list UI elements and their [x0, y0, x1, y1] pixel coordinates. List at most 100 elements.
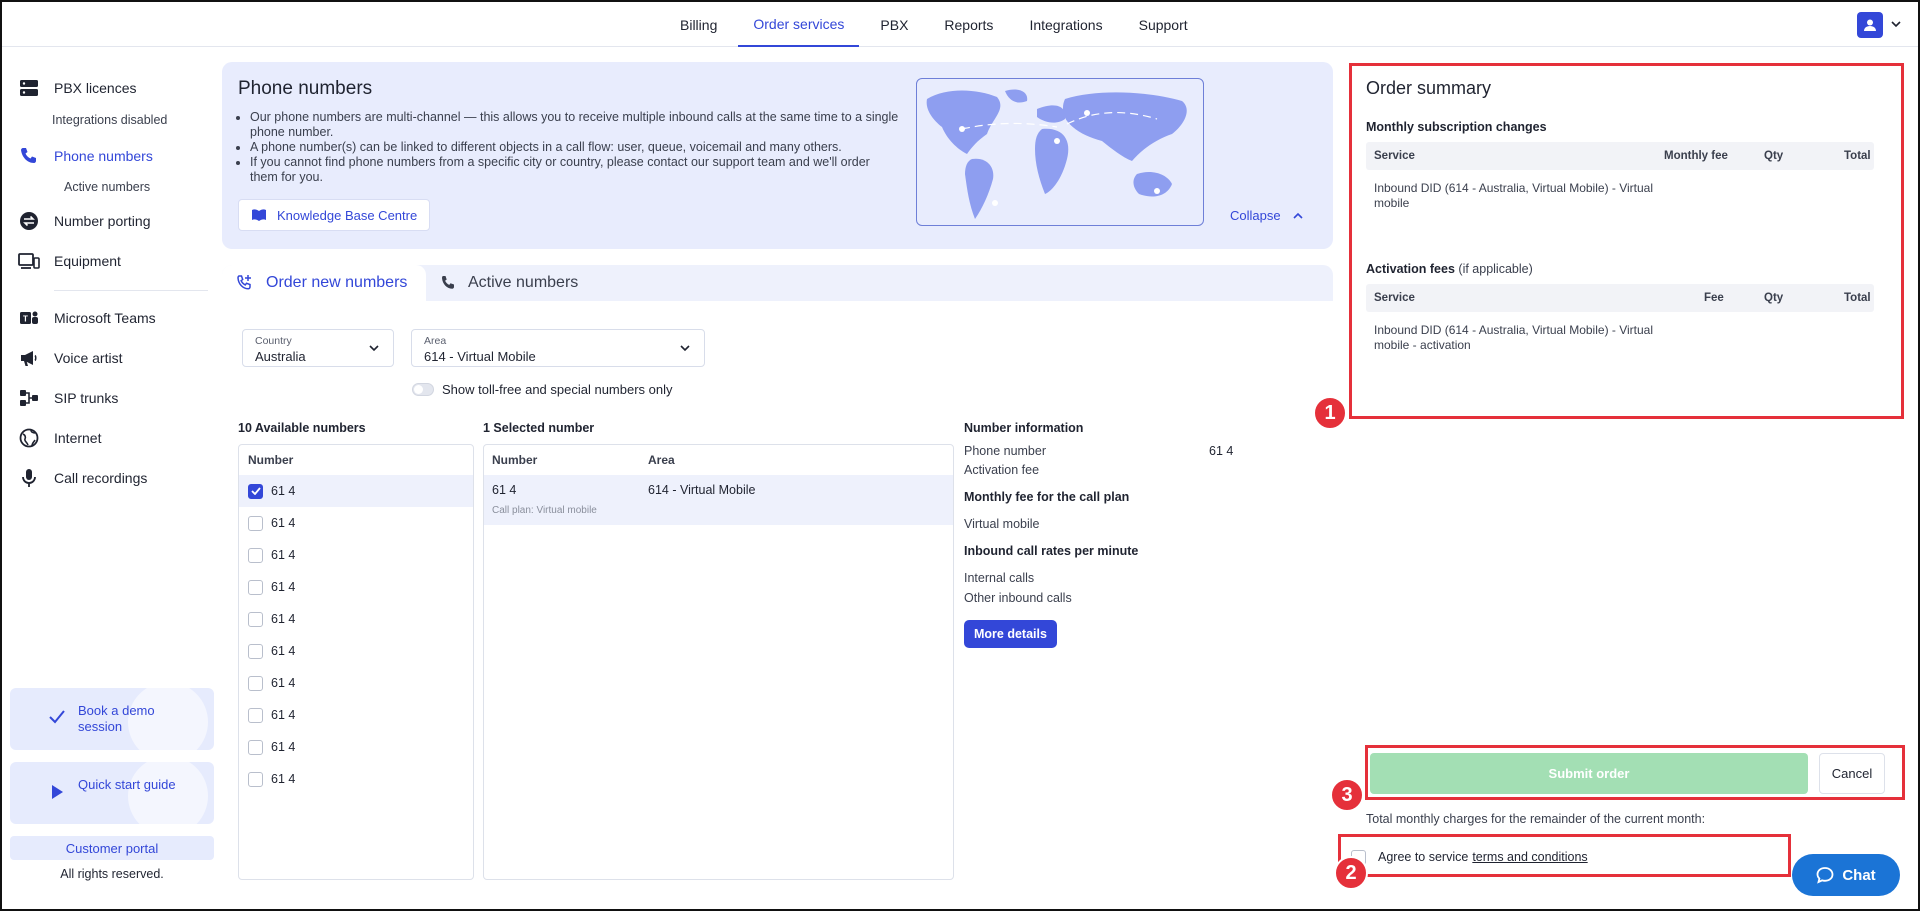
area-select[interactable]: Area 614 - Virtual Mobile: [411, 329, 705, 367]
sidebar-item-call-recordings[interactable]: Call recordings: [18, 467, 147, 489]
tab-pbx[interactable]: PBX: [862, 2, 926, 47]
available-number-row[interactable]: 61 4: [239, 507, 473, 539]
network-icon: [18, 387, 40, 409]
available-number-row[interactable]: 61 4: [239, 475, 473, 507]
knowledge-base-button[interactable]: Knowledge Base Centre: [238, 199, 431, 231]
checkbox[interactable]: [248, 771, 263, 787]
checkbox[interactable]: [248, 739, 263, 755]
chat-button[interactable]: Chat: [1792, 854, 1900, 896]
sidebar-item-label: PBX licences: [54, 80, 137, 96]
total-monthly-charges-label: Total monthly charges for the remainder …: [1366, 812, 1706, 826]
available-number: 61 4: [271, 772, 296, 786]
available-number: 61 4: [271, 548, 296, 562]
checkbox[interactable]: [248, 643, 263, 659]
sidebar-item-label: Equipment: [54, 253, 121, 269]
column-header-number: Number: [248, 453, 294, 467]
chat-bubble-icon: [1816, 866, 1834, 884]
sidebar-item-phone-numbers[interactable]: Phone numbers: [18, 145, 153, 167]
sidebar-item-microsoft-teams[interactable]: T Microsoft Teams: [18, 307, 156, 329]
selected-numbers-title: 1 Selected number: [483, 421, 595, 435]
available-number-row[interactable]: 61 4: [239, 539, 473, 571]
user-avatar-button[interactable]: [1857, 12, 1883, 38]
quick-start-card[interactable]: Quick start guide: [10, 762, 214, 824]
country-label: Country: [255, 335, 292, 347]
server-icon: [18, 77, 40, 99]
call-plan-name: Virtual mobile: [964, 517, 1040, 531]
checkbox[interactable]: [248, 547, 263, 563]
chevron-down-icon[interactable]: [1890, 18, 1902, 30]
sidebar-item-number-porting[interactable]: Number porting: [18, 210, 151, 232]
area-label: Area: [424, 335, 447, 347]
sidebar-sub-integrations[interactable]: Integrations disabled: [52, 113, 167, 127]
checkbox[interactable]: [248, 675, 263, 691]
checkbox[interactable]: [248, 611, 263, 627]
sidebar-item-voice-artist[interactable]: Voice artist: [18, 347, 122, 369]
toll-free-toggle[interactable]: [412, 383, 434, 396]
available-number-row[interactable]: 61 4: [239, 667, 473, 699]
selected-numbers-table: Number Area 61 4 614 - Virtual Mobile Ca…: [483, 444, 954, 880]
collapse-button[interactable]: Collapse: [1230, 208, 1303, 223]
globe-icon: [18, 427, 40, 449]
sidebar-item-label: Number porting: [54, 213, 151, 229]
more-details-button[interactable]: More details: [964, 620, 1057, 648]
knowledge-base-label: Knowledge Base Centre: [277, 207, 418, 223]
available-number-row[interactable]: 61 4: [239, 731, 473, 763]
sidebar-item-sip-trunks[interactable]: SIP trunks: [18, 387, 118, 409]
sidebar-item-pbx-licences[interactable]: PBX licences: [18, 77, 136, 99]
available-number: 61 4: [271, 676, 296, 690]
check-icon: [250, 487, 261, 495]
tab-active-numbers[interactable]: Active numbers: [440, 265, 578, 301]
checkbox-checked[interactable]: [248, 483, 263, 499]
tab-reports[interactable]: Reports: [926, 2, 1011, 47]
available-number: 61 4: [271, 484, 296, 498]
sidebar-item-label: Internet: [54, 430, 102, 446]
phone-number-value: 61 4: [1209, 444, 1234, 458]
available-number-row[interactable]: 61 4: [239, 603, 473, 635]
sidebar-item-internet[interactable]: Internet: [18, 427, 101, 449]
customer-portal-link[interactable]: Customer portal: [10, 836, 214, 860]
svg-text:T: T: [23, 315, 28, 324]
swap-icon: [18, 210, 40, 232]
sidebar-item-label: Phone numbers: [54, 148, 153, 164]
info-bullet: A phone number(s) can be linked to diffe…: [250, 140, 900, 155]
monthly-fee-title: Monthly fee for the call plan: [964, 490, 1130, 504]
tab-support[interactable]: Support: [1121, 2, 1206, 47]
sidebar: PBX licences Integrations disabled Phone…: [2, 47, 218, 909]
checkbox[interactable]: [248, 707, 263, 723]
checkbox[interactable]: [248, 515, 263, 531]
copyright-text: All rights reserved.: [60, 867, 164, 881]
top-navigation: Billing Order services PBX Reports Integ…: [2, 2, 1918, 47]
country-select[interactable]: Country Australia: [242, 329, 394, 367]
chat-label: Chat: [1842, 866, 1876, 884]
available-numbers-list: Number 61 4 61 4 61 4 61 4 61 4 61 4 61 …: [238, 444, 474, 880]
checkbox[interactable]: [248, 579, 263, 595]
book-demo-card[interactable]: Book a demo session: [10, 688, 214, 750]
phone-number-label: Phone number: [964, 444, 1047, 458]
phone-add-icon: [236, 274, 254, 292]
tab-order-services[interactable]: Order services: [738, 2, 860, 47]
area-value: 614 - Virtual Mobile: [424, 349, 536, 364]
sidebar-item-equipment[interactable]: Equipment: [18, 250, 121, 272]
tab-billing[interactable]: Billing: [662, 2, 735, 47]
available-number-row[interactable]: 61 4: [239, 699, 473, 731]
toll-free-toggle-label: Show toll-free and special numbers only: [442, 382, 673, 397]
top-tabs: Billing Order services PBX Reports Integ…: [662, 2, 1206, 47]
tab-order-new-numbers[interactable]: Order new numbers: [222, 265, 426, 301]
available-number-row[interactable]: 61 4: [239, 763, 473, 795]
sidebar-item-label: Call recordings: [54, 470, 148, 486]
chevron-up-icon: [1293, 212, 1303, 219]
available-number-row[interactable]: 61 4: [239, 635, 473, 667]
selected-area: 614 - Virtual Mobile: [648, 483, 756, 497]
country-value: Australia: [255, 349, 306, 364]
megaphone-icon: [18, 347, 40, 369]
sidebar-item-label: SIP trunks: [54, 390, 119, 406]
sidebar-divider: [54, 290, 208, 291]
available-number: 61 4: [271, 516, 296, 530]
sidebar-item-label: Voice artist: [54, 350, 123, 366]
number-info-title: Number information: [964, 421, 1084, 435]
selected-number-row[interactable]: 61 4 614 - Virtual Mobile Call plan: Vir…: [484, 475, 953, 525]
decorative-shape: [128, 762, 208, 824]
available-number-row[interactable]: 61 4: [239, 571, 473, 603]
tab-integrations[interactable]: Integrations: [1011, 2, 1120, 47]
sidebar-sub-active-numbers[interactable]: Active numbers: [64, 180, 150, 194]
